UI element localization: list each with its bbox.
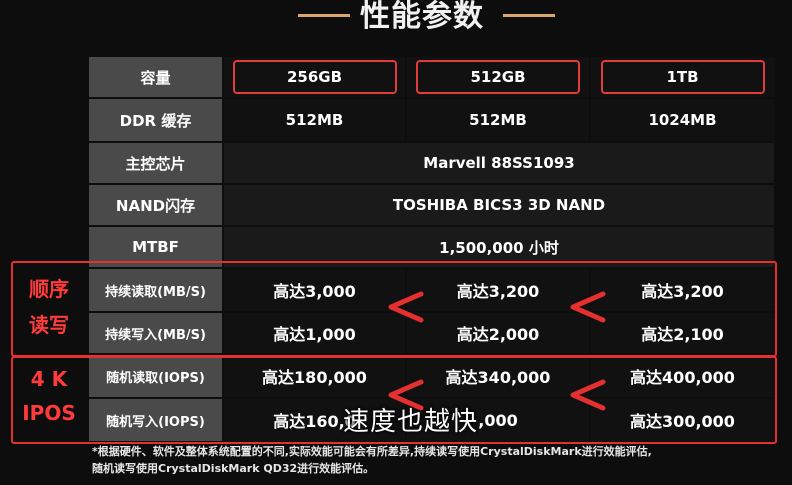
cache-value: 1024MB	[589, 97, 776, 143]
arrow-left-icon	[570, 291, 606, 323]
random-label-line2: IPOS	[22, 401, 76, 425]
footnote-line2: 随机读写使用CrystalDiskMark QD32进行效能评估。	[92, 462, 375, 475]
arrow-left-icon	[570, 379, 606, 411]
row-nand: NAND闪存 TOSHIBA BICS3 3D NAND	[87, 183, 776, 227]
controller-value: Marvell 88SS1093	[222, 141, 776, 185]
cache-value: 512MB	[222, 97, 407, 143]
cache-value: 512MB	[405, 97, 591, 143]
capacity-option: 256GB	[232, 60, 397, 94]
sequential-label-line2: 读写	[29, 313, 69, 337]
title-area: 性能参数	[0, 0, 792, 48]
footnote-line1: *根据硬件、软件及整体系统配置的不同,实际效能可能会有所差异,持续读写使用Cry…	[92, 445, 652, 458]
random-label-line1: 4 K	[30, 367, 68, 391]
capacity-cell: 256GB	[222, 55, 407, 99]
page-title: 性能参数	[360, 0, 484, 34]
capacity-label: 容量	[87, 55, 224, 99]
row-cache: DDR 缓存 512MB 512MB 1024MB	[87, 97, 776, 143]
title-decoration-right	[503, 14, 555, 17]
title-decoration-left	[298, 14, 350, 17]
controller-label: 主控芯片	[87, 141, 224, 185]
nand-label: NAND闪存	[87, 183, 224, 227]
footnote: *根据硬件、软件及整体系统配置的不同,实际效能可能会有所差异,持续读写使用Cry…	[92, 443, 782, 477]
row-capacity: 容量 256GB 512GB 1TB	[87, 55, 776, 99]
arrow-left-icon	[388, 291, 424, 323]
capacity-option: 1TB	[600, 60, 765, 94]
capacity-option: 512GB	[416, 60, 580, 94]
video-subtitle: 速度也越快	[343, 407, 479, 437]
capacity-cell: 1TB	[589, 55, 776, 99]
cache-label: DDR 缓存	[87, 97, 224, 143]
row-controller: 主控芯片 Marvell 88SS1093	[87, 141, 776, 185]
sequential-label-line1: 顺序	[29, 277, 69, 301]
capacity-cell: 512GB	[405, 55, 591, 99]
nand-value: TOSHIBA BICS3 3D NAND	[222, 183, 776, 227]
